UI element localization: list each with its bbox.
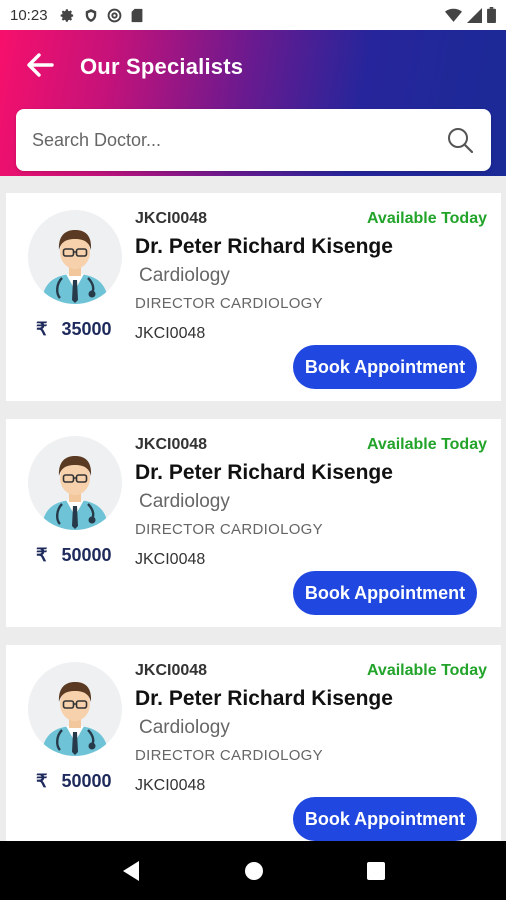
search-input[interactable] — [32, 129, 445, 151]
doctor-specialty: Cardiology — [139, 717, 230, 738]
availability-status: Available Today — [366, 436, 487, 453]
consultation-fee: ₹50000 — [36, 545, 112, 566]
doctor-avatar-icon — [42, 682, 108, 756]
recents-square-icon[interactable] — [366, 861, 385, 880]
doctor-specialty: Cardiology — [139, 265, 230, 286]
back-button[interactable] — [20, 50, 60, 84]
consultation-fee: ₹50000 — [36, 771, 112, 792]
doctor-designation: DIRECTOR CARDIOLOGY — [135, 747, 323, 764]
doctor-name: Dr. Peter Richard Kisenge — [135, 235, 393, 258]
back-triangle-icon[interactable] — [121, 860, 141, 882]
fee-amount: 50000 — [61, 771, 112, 791]
search-bar — [16, 109, 491, 171]
sd-card-icon — [131, 8, 143, 23]
arrow-left-icon — [26, 52, 54, 82]
doctor-code-secondary: JKCI0048 — [135, 777, 206, 794]
doctor-code-secondary: JKCI0048 — [135, 551, 206, 568]
status-bar: 10:23 — [0, 0, 506, 30]
doctor-avatar-icon — [42, 456, 108, 530]
home-circle-icon[interactable] — [244, 861, 264, 881]
battery-icon — [487, 7, 496, 23]
doctor-name: Dr. Peter Richard Kisenge — [135, 687, 393, 710]
currency-symbol: ₹ — [36, 545, 48, 565]
app-header: Our Specialists — [0, 30, 506, 176]
fee-amount: 35000 — [61, 319, 112, 339]
book-appointment-button[interactable]: Book Appointment — [293, 797, 477, 841]
doctor-avatar-icon — [42, 230, 108, 304]
doctor-card[interactable]: ₹50000 JKCI0048 Available Today Dr. Pete… — [6, 419, 501, 627]
availability-status: Available Today — [366, 210, 487, 227]
currency-symbol: ₹ — [36, 319, 48, 339]
consultation-fee: ₹35000 — [36, 319, 112, 340]
currency-symbol: ₹ — [36, 771, 48, 791]
doctor-avatar — [28, 662, 122, 756]
status-time: 10:23 — [10, 6, 48, 24]
doctor-name: Dr. Peter Richard Kisenge — [135, 461, 393, 484]
availability-status: Available Today — [366, 662, 487, 679]
fee-amount: 50000 — [61, 545, 112, 565]
doctor-code-secondary: JKCI0048 — [135, 325, 206, 342]
doctor-card[interactable]: ₹35000 JKCI0048 Available Today Dr. Pete… — [6, 193, 501, 401]
gear-icon — [60, 8, 75, 23]
book-appointment-button[interactable]: Book Appointment — [293, 345, 477, 389]
system-nav-bar — [0, 841, 506, 900]
doctor-code: JKCI0048 — [135, 436, 208, 453]
at-sign-icon — [107, 8, 122, 23]
doctor-code: JKCI0048 — [135, 210, 208, 227]
doctor-avatar — [28, 210, 122, 304]
page-title: Our Specialists — [80, 54, 244, 79]
doctor-designation: DIRECTOR CARDIOLOGY — [135, 521, 323, 538]
doctor-designation: DIRECTOR CARDIOLOGY — [135, 295, 323, 312]
doctor-code: JKCI0048 — [135, 662, 208, 679]
doctor-card[interactable]: ₹50000 JKCI0048 Available Today Dr. Pete… — [6, 645, 501, 853]
wifi-icon — [445, 8, 462, 23]
search-icon[interactable] — [445, 125, 475, 155]
shield-icon — [84, 8, 98, 23]
book-appointment-button[interactable]: Book Appointment — [293, 571, 477, 615]
doctor-avatar — [28, 436, 122, 530]
doctor-specialty: Cardiology — [139, 491, 230, 512]
signal-icon — [467, 7, 482, 23]
